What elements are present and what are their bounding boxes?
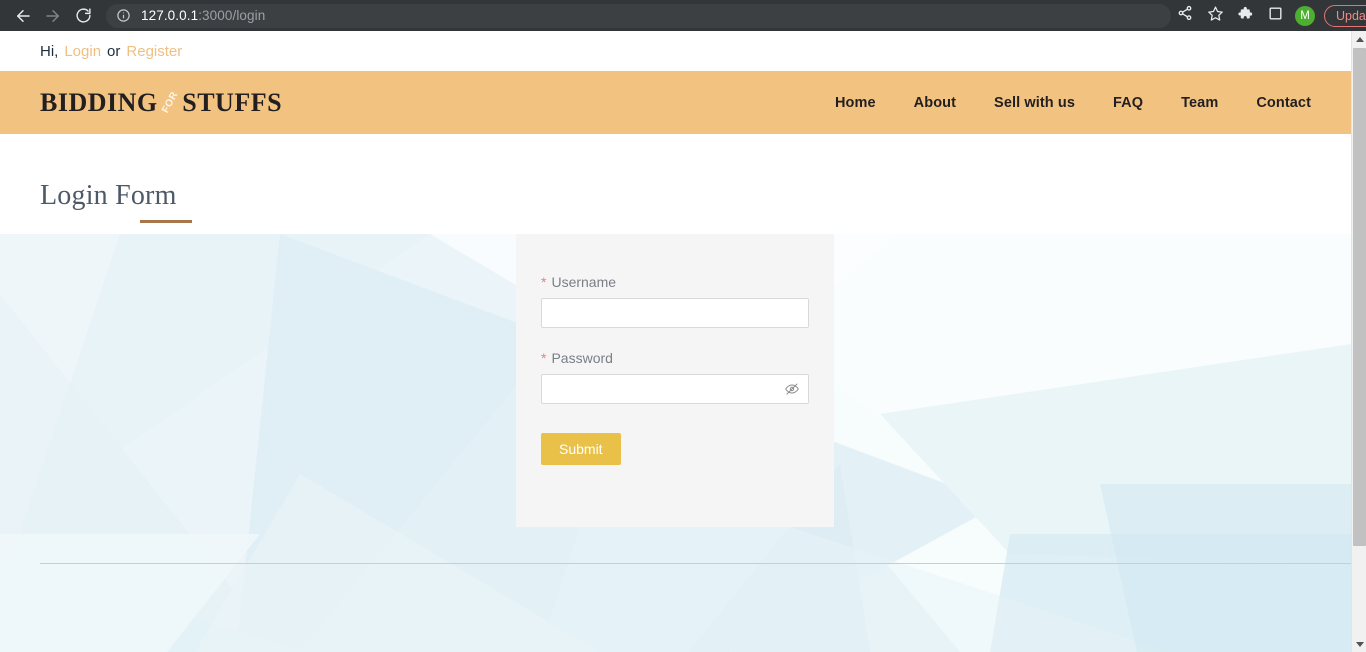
brand-logo-part1: BIDDING	[40, 87, 158, 117]
username-input-wrapper[interactable]	[541, 298, 809, 328]
vertical-scrollbar[interactable]	[1351, 31, 1366, 652]
nav-item-sell-with-us[interactable]: Sell with us	[994, 95, 1075, 111]
required-asterisk: *	[541, 350, 547, 366]
required-asterisk: *	[541, 274, 547, 290]
address-bar[interactable]: 127.0.0.1:3000/login	[106, 3, 1171, 28]
title-underline-accent	[140, 220, 192, 223]
reload-icon	[75, 7, 92, 24]
browser-action-icons: M Update	[1171, 2, 1366, 30]
nav-item-contact[interactable]: Contact	[1256, 95, 1311, 111]
scroll-up-arrow-icon[interactable]	[1352, 31, 1366, 47]
address-bar-url: 127.0.0.1:3000/login	[141, 8, 265, 23]
scrollbar-thumb[interactable]	[1353, 48, 1366, 546]
register-link[interactable]: Register	[126, 43, 182, 60]
url-host: 127.0.0.1	[141, 8, 199, 23]
top-utility-bar: Hi, Login or Register	[0, 31, 1351, 71]
share-button[interactable]	[1171, 2, 1199, 30]
star-icon	[1207, 5, 1224, 27]
extensions-button[interactable]	[1231, 2, 1259, 30]
title-block: Login Form	[0, 134, 1351, 234]
brand-logo[interactable]: BIDDING FOR STUFFS	[40, 88, 282, 118]
greeting-text: Hi,	[40, 42, 59, 60]
password-input-wrapper[interactable]	[541, 374, 809, 404]
nav-item-about[interactable]: About	[914, 95, 956, 111]
login-form-card: * Username * Password Submit	[516, 234, 834, 527]
bookmark-button[interactable]	[1201, 2, 1229, 30]
brand-logo-for: FOR	[159, 89, 181, 116]
browser-forward-button[interactable]	[38, 1, 68, 31]
brand-logo-part2: STUFFS	[182, 87, 283, 117]
forward-arrow-icon	[44, 7, 62, 25]
username-field-group: * Username	[541, 274, 809, 328]
hero-background: * Username * Password Submit	[0, 234, 1351, 652]
update-button-label: Update	[1336, 8, 1366, 23]
password-field-group: * Password	[541, 350, 809, 404]
page-viewport: Hi, Login or Register BIDDING FOR STUFFS…	[0, 31, 1351, 652]
horizontal-divider	[40, 563, 1351, 564]
username-label-text: Username	[551, 274, 617, 290]
browser-reload-button[interactable]	[68, 1, 98, 31]
password-label: * Password	[541, 350, 809, 366]
page-title: Login Form	[40, 180, 177, 211]
site-header: BIDDING FOR STUFFS Home About Sell with …	[0, 71, 1351, 134]
browser-toolbar: 127.0.0.1:3000/login M Upda	[0, 0, 1366, 31]
nav-item-team[interactable]: Team	[1181, 95, 1218, 111]
nav-item-home[interactable]: Home	[835, 95, 876, 111]
browser-back-button[interactable]	[8, 1, 38, 31]
avatar[interactable]: M	[1295, 5, 1315, 26]
password-input[interactable]	[550, 375, 776, 403]
puzzle-piece-icon	[1237, 5, 1253, 26]
eye-invisible-icon[interactable]	[784, 381, 800, 397]
username-label: * Username	[541, 274, 809, 290]
back-arrow-icon	[14, 7, 32, 25]
side-panel-button[interactable]	[1261, 2, 1289, 30]
share-icon	[1177, 5, 1193, 26]
url-path: :3000/login	[198, 8, 266, 23]
password-label-text: Password	[551, 350, 613, 366]
info-circle-icon[interactable]	[116, 8, 131, 23]
nav-item-faq[interactable]: FAQ	[1113, 95, 1143, 111]
scroll-down-arrow-icon[interactable]	[1352, 636, 1366, 652]
username-input[interactable]	[550, 299, 800, 327]
update-button[interactable]: Update	[1324, 4, 1366, 27]
submit-button[interactable]: Submit	[541, 433, 621, 465]
main-navigation: Home About Sell with us FAQ Team Contact	[835, 95, 1311, 111]
utility-separator: or	[107, 42, 121, 60]
login-link[interactable]: Login	[64, 43, 101, 60]
side-panel-icon	[1268, 6, 1283, 26]
